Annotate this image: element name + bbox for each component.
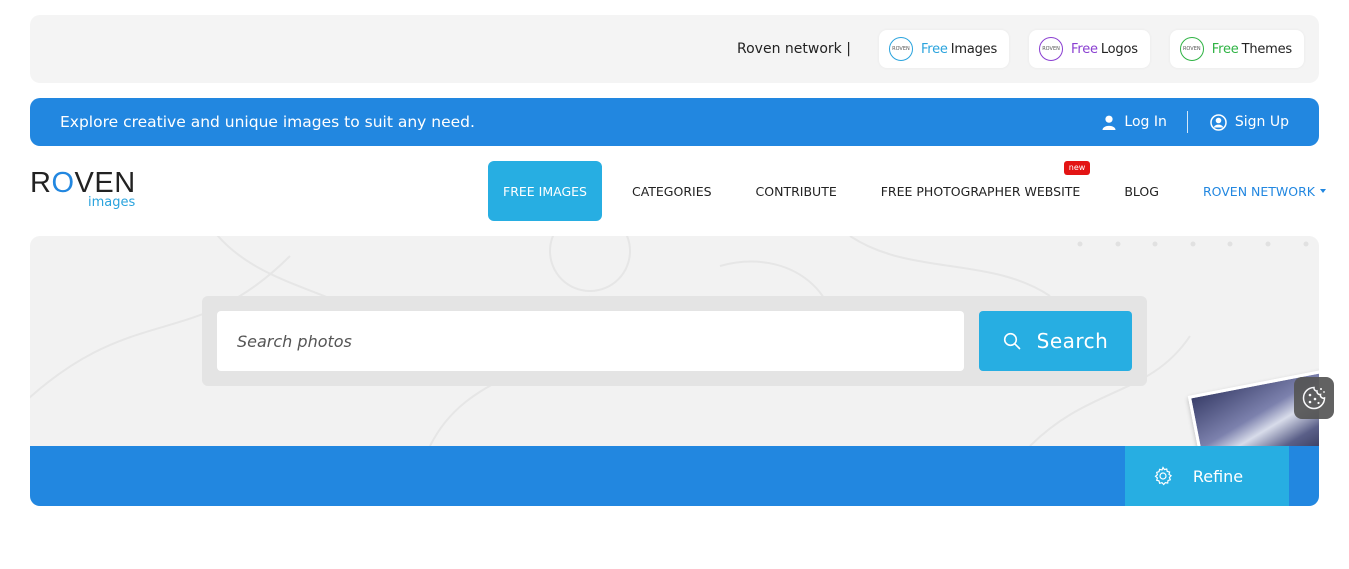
signup-link[interactable]: Sign Up: [1210, 113, 1289, 131]
new-badge: new: [1063, 161, 1091, 175]
free-word: Free: [1071, 41, 1098, 57]
cookie-settings-button[interactable]: [1294, 377, 1334, 419]
cookie-icon: [1302, 386, 1326, 410]
gear-icon: [1154, 466, 1172, 486]
nav-contribute[interactable]: CONTRIBUTE: [734, 161, 859, 221]
site-name: Logos: [1100, 41, 1138, 57]
brand-name: ROVEN: [30, 167, 136, 199]
site-name: Images: [950, 41, 998, 57]
network-link-free-logos[interactable]: ROVEN Free Logos: [1029, 30, 1150, 68]
user-icon: [1102, 115, 1116, 130]
brand-subtitle: images: [88, 195, 136, 210]
roven-themes-logo: ROVEN: [1179, 37, 1204, 61]
nav-categories[interactable]: CATEGORIES: [610, 161, 734, 221]
refine-label: Refine: [1192, 466, 1244, 486]
site-name: Themes: [1241, 41, 1293, 57]
tagline: Explore creative and unique images to su…: [60, 113, 475, 131]
roven-images-logo: ROVEN: [888, 37, 913, 61]
search-bar: Search: [202, 296, 1147, 386]
network-label: Roven network |: [737, 41, 851, 57]
network-link-free-images[interactable]: ROVEN Free Images: [878, 30, 1010, 68]
top-strip: Explore creative and unique images to su…: [30, 98, 1319, 146]
free-word: Free: [920, 41, 948, 57]
user-circle-icon: [1210, 113, 1227, 131]
main-nav: FREE IMAGES CATEGORIES CONTRIBUTE FREE P…: [488, 161, 1348, 221]
login-label: Log In: [1124, 114, 1167, 130]
search-input[interactable]: [217, 311, 964, 371]
chevron-down-icon: [1319, 189, 1326, 193]
roven-network-bar: Roven network | ROVEN Free Images ROVEN F…: [30, 15, 1319, 83]
nav-blog[interactable]: BLOG: [1102, 161, 1181, 221]
refine-button[interactable]: Refine: [1125, 446, 1289, 506]
hero-search-section: Search Refine: [30, 236, 1319, 506]
search-icon: [1003, 332, 1020, 350]
free-word: Free: [1211, 41, 1239, 57]
nav-roven-network-dropdown[interactable]: ROVEN NETWORK: [1181, 161, 1348, 221]
filter-bar: Refine: [30, 446, 1319, 506]
nav-free-images[interactable]: FREE IMAGES: [488, 161, 602, 221]
signup-label: Sign Up: [1234, 114, 1289, 130]
roven-logos-logo: ROVEN: [1039, 37, 1064, 61]
search-button-label: Search: [1036, 329, 1109, 353]
auth-divider: [1186, 111, 1188, 133]
nav-free-photographer-website[interactable]: FREE PHOTOGRAPHER WEBSITE new: [859, 161, 1103, 221]
network-link-free-themes[interactable]: ROVEN Free Themes: [1169, 30, 1304, 68]
search-button[interactable]: Search: [979, 311, 1132, 371]
roven-images-logo[interactable]: ROVEN images: [30, 168, 150, 216]
login-link[interactable]: Log In: [1102, 114, 1167, 130]
